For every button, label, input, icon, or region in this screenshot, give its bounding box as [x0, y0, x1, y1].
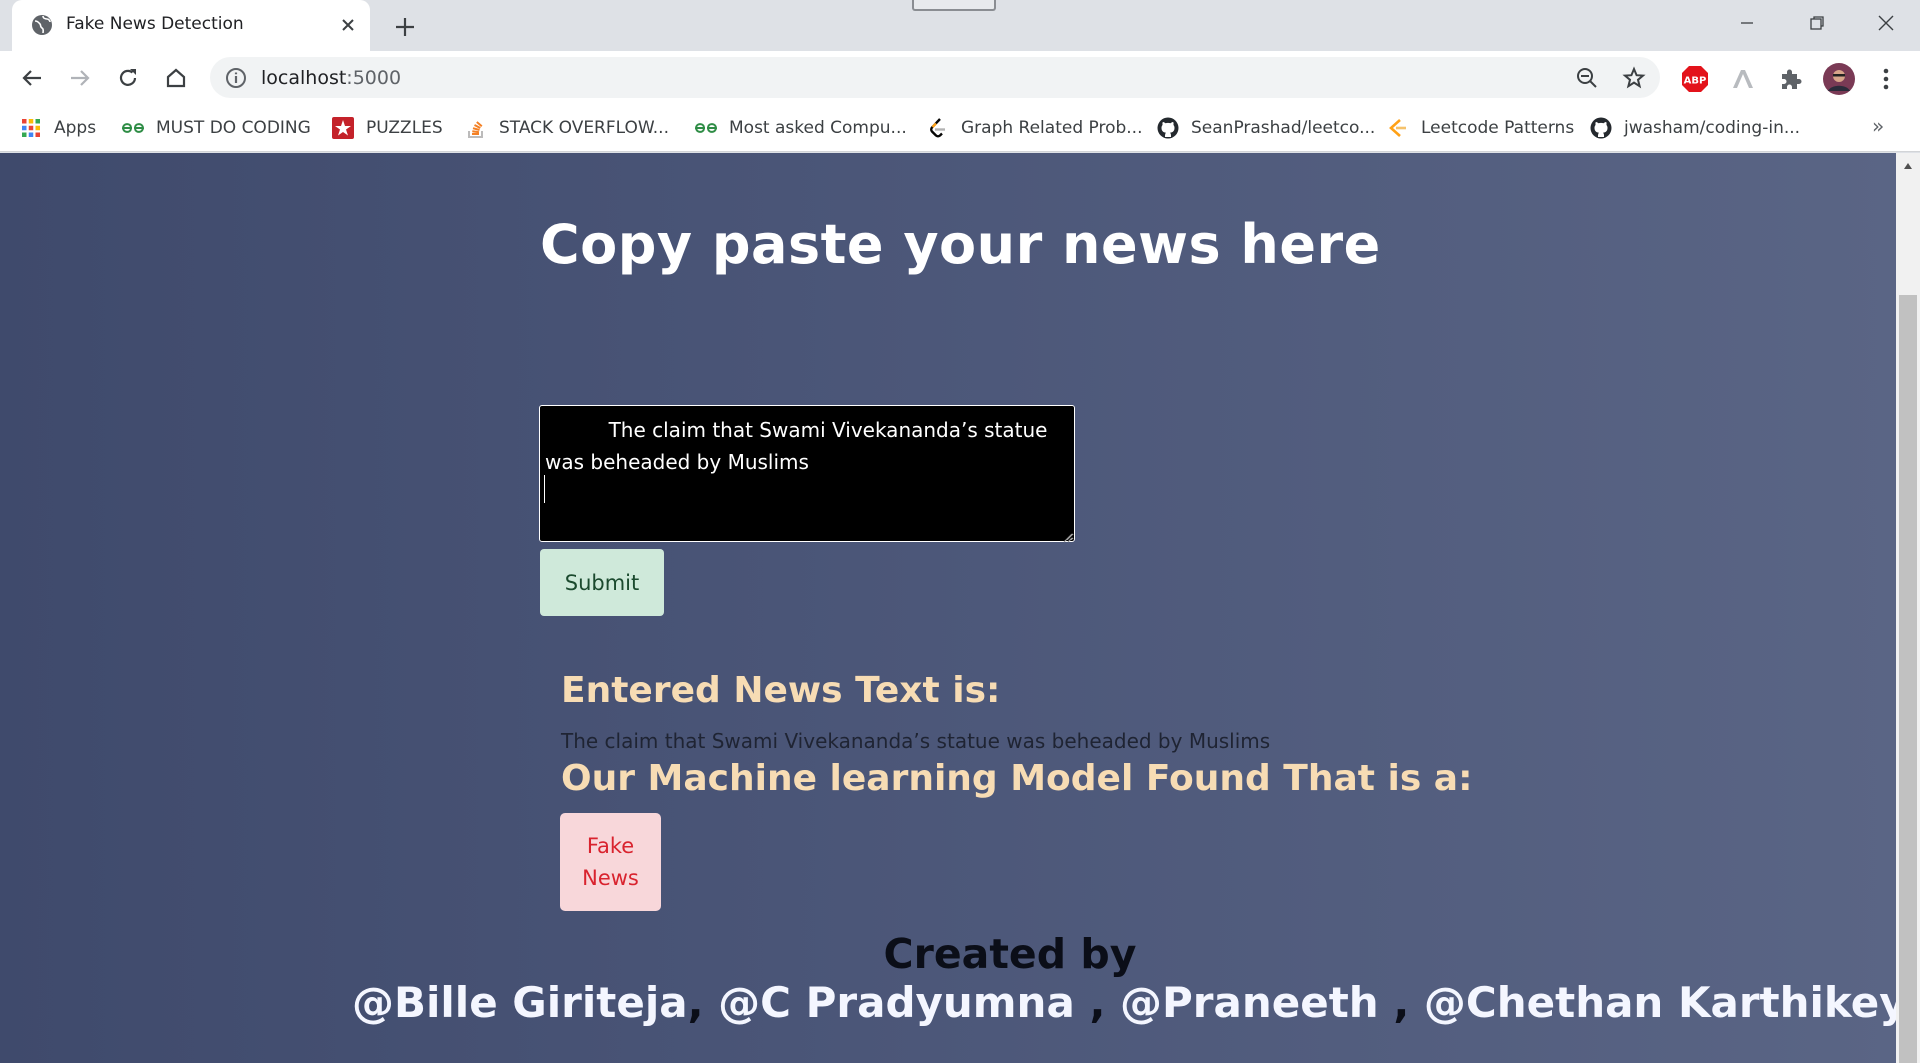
address-bar[interactable]: localhost:5000 [210, 57, 1660, 98]
entered-news-heading: Entered News Text is: [561, 670, 1001, 711]
geeksforgeeks-icon [695, 117, 717, 139]
forward-arrow-icon[interactable] [62, 60, 98, 96]
svg-text:ABP: ABP [1684, 76, 1707, 87]
github-icon [1590, 117, 1612, 139]
apps-grid-icon [20, 117, 42, 139]
browser-tab[interactable]: Fake News Detection [12, 0, 370, 51]
minimize-icon[interactable] [1718, 6, 1776, 40]
extensions-puzzle-icon[interactable] [1774, 62, 1808, 96]
page-viewport: Copy paste your news here The claim that… [0, 153, 1896, 1063]
bookmark-label: Graph Related Prob... [961, 118, 1143, 138]
tab-close-icon[interactable] [334, 11, 362, 39]
profile-avatar[interactable] [1822, 62, 1856, 96]
model-result-heading: Our Machine learning Model Found That is… [561, 758, 1473, 799]
bookmark-graph-related[interactable]: Graph Related Prob... [927, 115, 1143, 141]
bookmarks-overflow-chevron[interactable]: » [1872, 114, 1884, 138]
bookmark-jwasham[interactable]: jwasham/coding-in... [1590, 115, 1800, 141]
reload-icon[interactable] [110, 60, 146, 96]
prediction-result-badge: Fake News [560, 813, 661, 911]
leetcode-icon [927, 117, 949, 139]
text-caret [544, 475, 545, 503]
authors-line: @Bille Giriteja, @C Pradyumna , @Praneet… [352, 978, 1896, 1027]
bookmark-label: PUZZLES [366, 118, 443, 138]
home-icon[interactable] [158, 60, 194, 96]
author-name: @Praneeth [1120, 978, 1394, 1027]
bookmark-label: jwasham/coding-in... [1624, 118, 1801, 138]
github-icon [1157, 117, 1179, 139]
bookmark-most-asked[interactable]: Most asked Compu... [695, 115, 907, 141]
zoom-out-icon[interactable] [1572, 63, 1602, 93]
adblock-plus-icon[interactable]: ABP [1678, 62, 1712, 96]
bookmark-star-icon[interactable] [1619, 63, 1649, 93]
author-separator: , [1393, 978, 1424, 1027]
browser-menu-icon[interactable] [1869, 62, 1903, 96]
puzzle-star-icon [332, 117, 354, 139]
bookmark-label: MUST DO CODING [156, 118, 311, 138]
scroll-up-arrow-icon[interactable] [1896, 157, 1920, 175]
author-name: @Chethan Karthikeya [1423, 978, 1896, 1027]
author-separator: , [687, 978, 719, 1027]
entered-news-text: The claim that Swami Vivekananda’s statu… [561, 729, 1271, 753]
bookmark-label: SeanPrashad/leetco... [1191, 118, 1376, 138]
bookmark-label: Apps [54, 118, 97, 138]
window-close-icon[interactable] [1857, 6, 1915, 40]
bookmark-apps[interactable]: Apps [20, 115, 96, 141]
page-scrollbar[interactable] [1896, 153, 1920, 1063]
scrollbar-thumb[interactable] [1899, 295, 1917, 1063]
site-info-icon[interactable] [224, 66, 248, 90]
window-drag-handle[interactable] [912, 0, 996, 11]
globe-icon [30, 13, 54, 37]
bookmark-leetcode-patterns[interactable]: Leetcode Patterns [1387, 115, 1574, 141]
browser-toolbar: localhost:5000 ABP [0, 51, 1920, 104]
submit-button[interactable]: Submit [540, 549, 664, 616]
bookmark-stack-overflow[interactable]: STACK OVERFLOW... [465, 115, 669, 141]
back-arrow-icon[interactable] [14, 60, 50, 96]
stackoverflow-icon [465, 117, 487, 139]
tab-strip: Fake News Detection [0, 0, 1920, 51]
new-tab-plus-icon[interactable] [388, 10, 422, 44]
bookmark-seanprashad[interactable]: SeanPrashad/leetco... [1157, 115, 1375, 141]
url-text: localhost:5000 [261, 67, 402, 89]
bookmark-must-do-coding[interactable]: MUST DO CODING [122, 115, 311, 141]
prediction-label: Fake News [582, 834, 639, 890]
bookmark-label: Most asked Compu... [729, 118, 907, 138]
bookmark-puzzles[interactable]: PUZZLES [332, 115, 443, 141]
bookmarks-bar: Apps MUST DO CODING PUZZLES STACK OVERFL… [0, 104, 1920, 152]
page-heading: Copy paste your news here [540, 213, 1381, 276]
geeksforgeeks-icon [122, 117, 144, 139]
bookmark-label: Leetcode Patterns [1421, 118, 1575, 138]
restore-icon[interactable] [1788, 6, 1846, 40]
bookmark-label: STACK OVERFLOW... [499, 118, 669, 138]
leetcode-patterns-icon [1387, 117, 1409, 139]
textarea-resize-handle[interactable] [1061, 528, 1073, 543]
news-text-input[interactable]: The claim that Swami Vivekananda’s statu… [539, 405, 1075, 542]
created-by-heading: Created by [883, 930, 1137, 978]
author-name: @Bille Giriteja [352, 978, 688, 1027]
author-name: @C Pradyumna [718, 978, 1090, 1027]
extension-triangle-icon[interactable] [1726, 62, 1760, 96]
author-separator: , [1089, 978, 1121, 1027]
tab-title: Fake News Detection [66, 14, 244, 34]
